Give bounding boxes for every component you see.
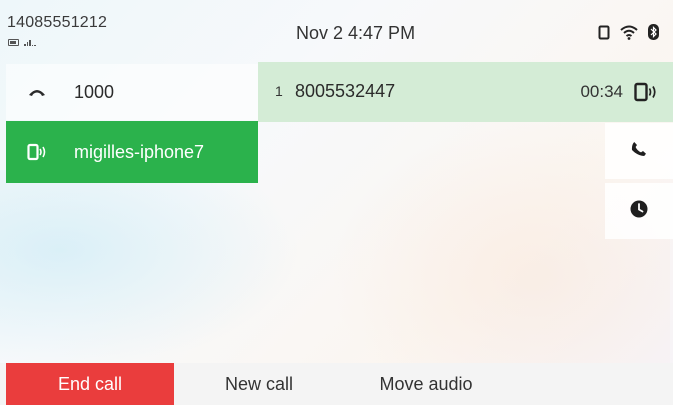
softkey-bar: End call New call Move audio (0, 363, 673, 405)
phone-icon (631, 141, 647, 162)
call-action-button[interactable] (605, 123, 673, 179)
end-call-button[interactable]: End call (6, 363, 174, 405)
active-call-row[interactable]: 1 8005532447 00:34 (258, 62, 673, 122)
line-status-indicators (8, 39, 36, 46)
recents-clock-icon (630, 200, 648, 223)
mobile-device-icon (633, 79, 659, 105)
call-index: 1 (275, 83, 283, 99)
line-number: 14085551212 (7, 14, 108, 31)
session-label: migilles-iphone7 (74, 141, 205, 162)
call-number: 8005532447 (295, 81, 396, 101)
handset-icon (26, 87, 48, 97)
mobile-device-icon (26, 143, 48, 161)
recents-button[interactable] (605, 183, 673, 239)
bluetooth-icon (648, 24, 659, 45)
session-item-1000[interactable]: 1000 (6, 64, 258, 120)
wifi-icon (620, 25, 638, 45)
new-call-button[interactable]: New call (176, 363, 342, 405)
datetime: Nov 2 4:47 PM (296, 23, 416, 43)
session-item-iphone[interactable]: migilles-iphone7 (6, 121, 258, 183)
line-header: 14085551212 (0, 0, 258, 62)
battery-icon (8, 39, 19, 46)
left-panel: 14085551212 1000 migilles-iphone7 (0, 0, 258, 363)
move-audio-button[interactable]: Move audio (342, 363, 510, 405)
status-icons (598, 24, 659, 45)
session-label: 1000 (74, 81, 115, 102)
call-duration: 00:34 (580, 82, 623, 101)
signal-icon (24, 39, 36, 46)
phone-device-icon (598, 25, 610, 45)
status-bar: Nov 2 4:47 PM (258, 0, 673, 62)
